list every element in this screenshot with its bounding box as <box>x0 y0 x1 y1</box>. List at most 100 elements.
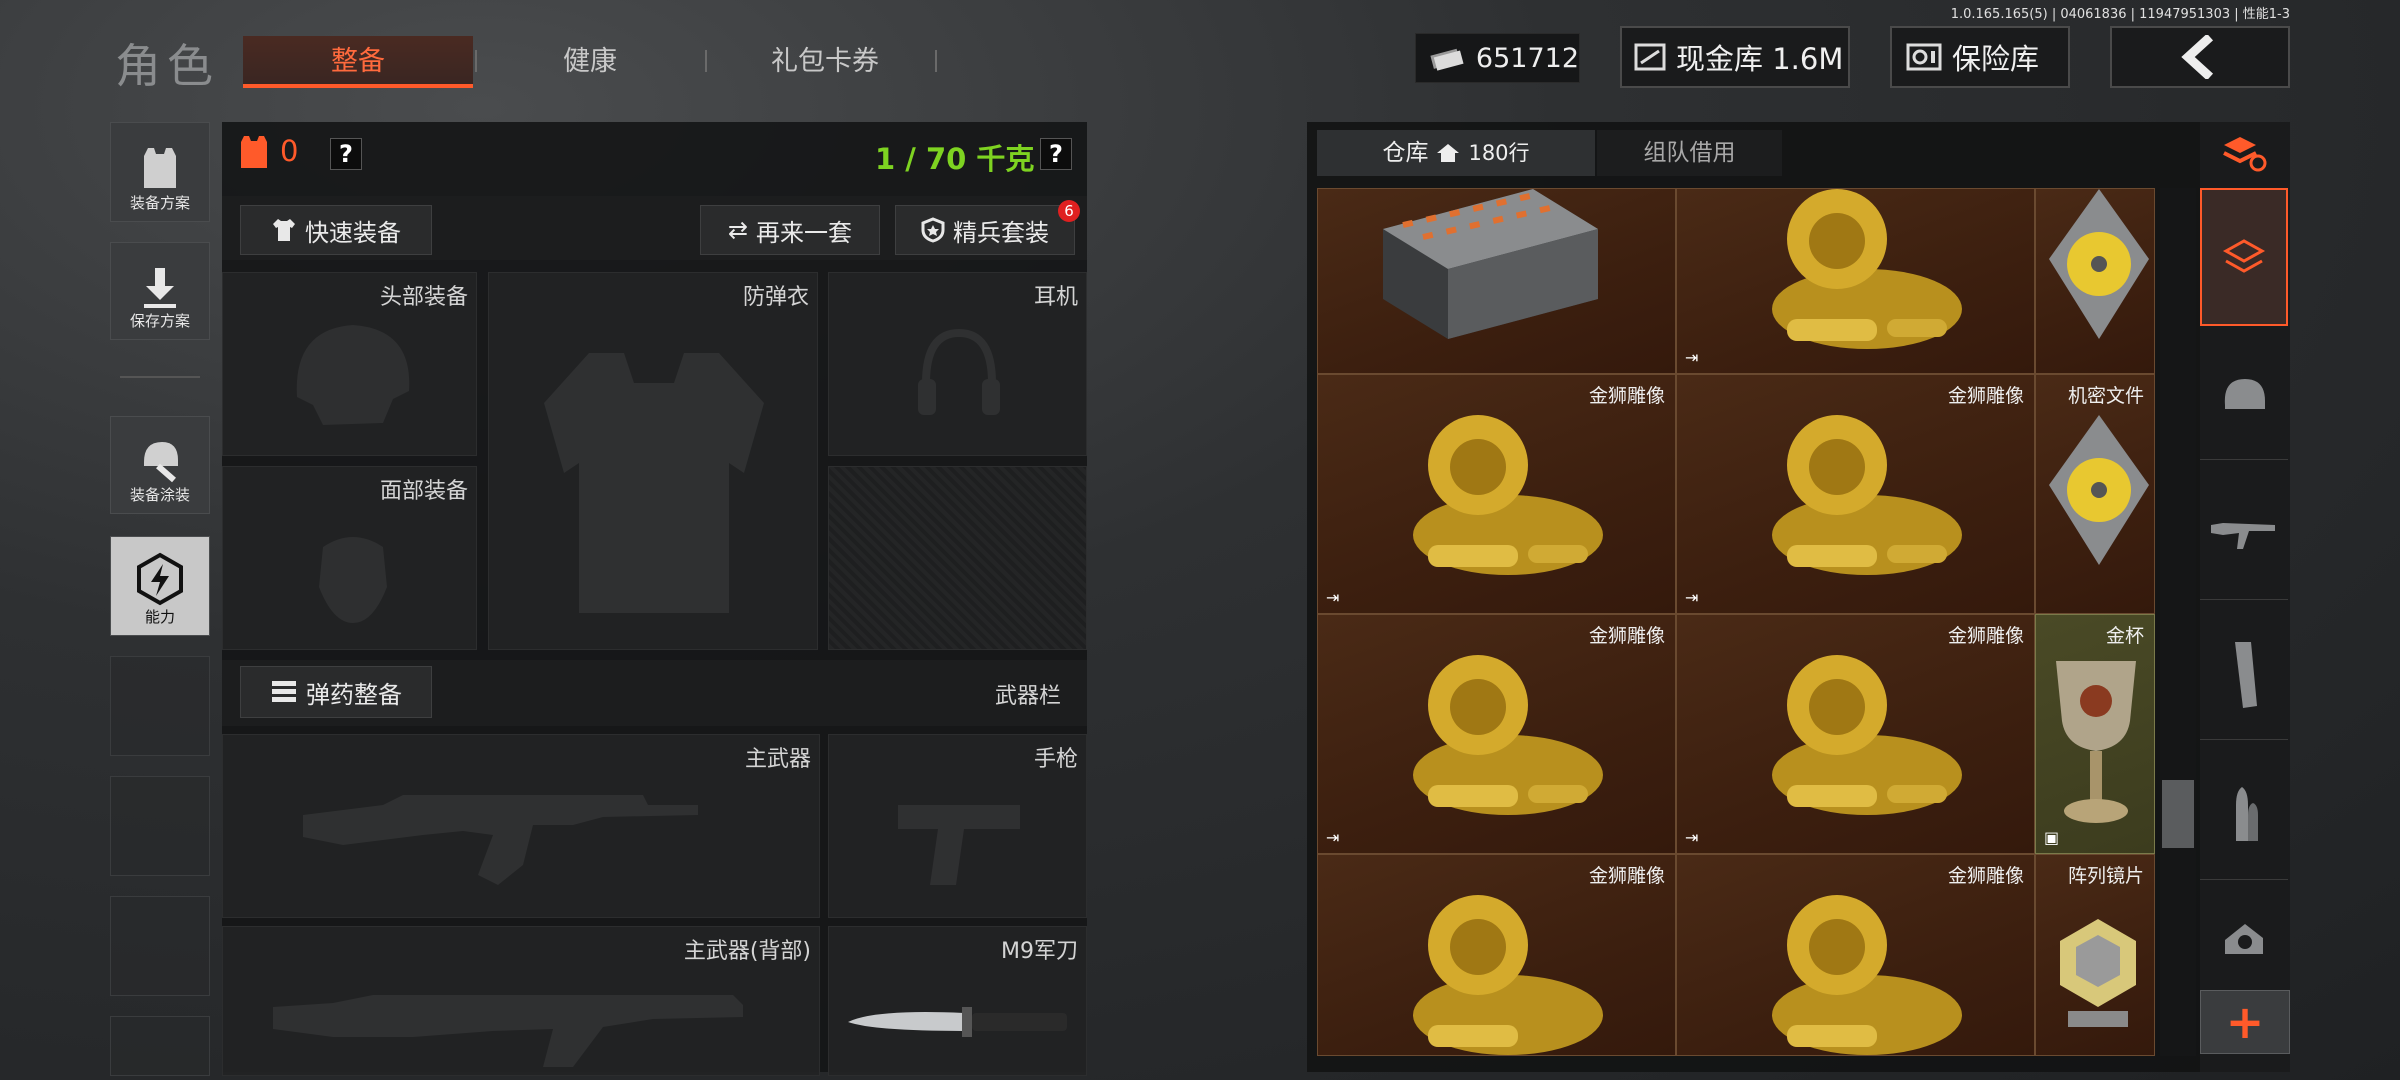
move-out-icon: ⇥ <box>1685 588 1699 607</box>
shield-icon <box>921 217 945 243</box>
item-cell[interactable] <box>1317 188 1676 374</box>
elite-set-badge: 6 <box>1058 200 1080 222</box>
slot-knife[interactable]: M9军刀 <box>828 926 1087 1076</box>
category-refresh[interactable] <box>2200 122 2288 184</box>
sidebar-item-label: 装备方案 <box>129 194 190 212</box>
item-cell[interactable]: 金狮雕像 ⇥ <box>1317 614 1676 854</box>
helmet-paint-icon <box>144 442 178 483</box>
slot-primary-weapon[interactable]: 主武器 <box>222 734 820 918</box>
scrollbar-track[interactable] <box>2160 188 2196 1056</box>
item-cell[interactable]: 金狮雕像 ⇥ <box>1317 374 1676 614</box>
move-out-icon: ⇥ <box>1326 588 1340 607</box>
sidebar-empty-slot <box>110 656 210 756</box>
tab-storage[interactable]: 仓库 180行 <box>1317 130 1595 176</box>
sidebar-empty-slot <box>110 776 210 876</box>
gold-lion-icon <box>1413 415 1603 575</box>
sidebar-divider <box>120 376 200 378</box>
rifle-silhouette-icon <box>303 795 698 885</box>
sidebar-item-ability[interactable]: 能力 <box>110 536 210 636</box>
category-bullets[interactable] <box>2200 750 2288 880</box>
armor-help-button[interactable]: ? <box>330 138 362 170</box>
box-icon: ▣ <box>2044 828 2060 847</box>
sidebar-item-loadout-plan[interactable]: 装备方案 <box>110 122 210 222</box>
item-name: 金杯 <box>2105 625 2144 647</box>
currency-display: 651712 <box>1415 33 1580 83</box>
slot-label: 防弹衣 <box>742 285 809 310</box>
banknote-icon <box>1430 48 1464 71</box>
safe-icon <box>1906 43 1942 71</box>
item-name: 机密文件 <box>2067 385 2144 407</box>
storage-rows: 180行 <box>1468 141 1530 165</box>
category-scope[interactable] <box>2200 890 2288 990</box>
armor-count: 0 <box>280 134 299 168</box>
item-cell[interactable]: 金狮雕像 ⇥ <box>1676 374 2035 614</box>
page-title: 角色 <box>115 39 219 93</box>
knife-icon <box>848 1007 1067 1037</box>
tab-gift-coupons[interactable]: 礼包卡券 <box>725 36 925 88</box>
sidebar-item-save-plan[interactable]: 保存方案 <box>110 242 210 340</box>
slot-headset[interactable]: 耳机 <box>828 272 1087 456</box>
download-icon <box>144 268 176 308</box>
category-magazine[interactable] <box>2200 610 2288 740</box>
item-cell[interactable]: 金狮雕像 <box>1676 854 2035 1056</box>
slot-body-armor[interactable]: 防弹衣 <box>488 272 818 650</box>
gold-lion-icon <box>1772 189 1962 349</box>
weight-help-button[interactable]: ? <box>1040 138 1072 170</box>
move-out-icon: ⇥ <box>1685 348 1699 367</box>
sidebar-item-label: 能力 <box>144 608 175 626</box>
tab-team-borrow[interactable]: 组队借用 <box>1597 130 1782 176</box>
gold-lion-icon <box>1772 895 1962 1055</box>
elite-set-label: 精兵套装 <box>953 218 1049 247</box>
chevron-left-icon <box>2181 35 2214 79</box>
slot-face[interactable]: 面部装备 <box>222 466 477 650</box>
category-all[interactable] <box>2200 188 2288 326</box>
slot-primary-back[interactable]: 主武器(背部) <box>222 926 820 1076</box>
stack-icon <box>2222 239 2266 273</box>
gold-cup-icon <box>2056 661 2136 823</box>
ammo-crate-icon <box>1383 189 1598 339</box>
item-cell[interactable]: 金狮雕像 <box>1317 854 1676 1056</box>
move-out-icon: ⇥ <box>1326 828 1340 847</box>
slot-label: 手枪 <box>1033 747 1078 772</box>
armor-icon <box>241 136 267 168</box>
item-cell[interactable]: ⇥ <box>1676 188 2035 374</box>
scrollbar-thumb[interactable] <box>2162 780 2194 848</box>
armor-status: 0 <box>238 132 298 170</box>
helmet-icon <box>2224 378 2265 409</box>
cash-vault-button[interactable]: 现金库 1.6M <box>1620 26 1850 88</box>
add-category-button[interactable]: + <box>2200 990 2290 1054</box>
ammo-prep-label: 弹药整备 <box>306 680 402 709</box>
slot-label: 耳机 <box>1033 285 1078 310</box>
sidebar-empty-slot <box>110 896 210 996</box>
slot-label: 面部装备 <box>379 479 468 504</box>
quick-equip-button[interactable]: 快速装备 <box>240 205 432 255</box>
item-cell[interactable]: 金狮雕像 ⇥ <box>1676 614 2035 854</box>
ammo-prep-button[interactable]: 弹药整备 <box>240 666 432 718</box>
category-helmet[interactable] <box>2200 330 2288 460</box>
item-cell[interactable]: 机密文件 <box>2035 374 2155 614</box>
refresh-stack-icon <box>2223 137 2267 172</box>
back-button[interactable] <box>2110 26 2290 88</box>
safe-vault-button[interactable]: 保险库 <box>1890 26 2070 88</box>
helmet-silhouette-icon <box>296 325 410 425</box>
slot-head[interactable]: 头部装备 <box>222 272 477 456</box>
item-cell[interactable]: 阵列镜片 <box>2035 854 2155 1056</box>
warehouse-grid: ⇥ 金狮雕像 ⇥ 金狮雕像 ⇥ 机密文件 金狮雕像 ⇥ 金狮雕像 ⇥ 金杯 ▣ … <box>1317 188 2157 1056</box>
safe-vault-label: 保险库 <box>1952 42 2040 76</box>
tab-health[interactable]: 健康 <box>495 36 685 88</box>
item-cell[interactable]: 金杯 ▣ <box>2035 614 2155 854</box>
again-set-button[interactable]: ⇄ 再来一套 <box>700 205 880 255</box>
tab-divider <box>935 50 937 72</box>
elite-set-button[interactable]: 精兵套装 <box>895 205 1075 255</box>
tab-loadout[interactable]: 整备 <box>243 36 473 88</box>
lightning-icon <box>137 552 183 606</box>
sidebar-item-label: 保存方案 <box>129 312 190 330</box>
item-cell[interactable] <box>2035 188 2155 374</box>
bullet-icon <box>2236 786 2258 841</box>
sidebar-item-paint[interactable]: 装备涂装 <box>110 416 210 514</box>
refresh-icon: ⇄ <box>727 216 749 244</box>
slot-empty <box>828 466 1087 650</box>
category-rifle[interactable] <box>2200 470 2288 600</box>
slot-pistol[interactable]: 手枪 <box>828 734 1087 918</box>
cash-vault-label: 现金库 1.6M <box>1676 42 1844 76</box>
